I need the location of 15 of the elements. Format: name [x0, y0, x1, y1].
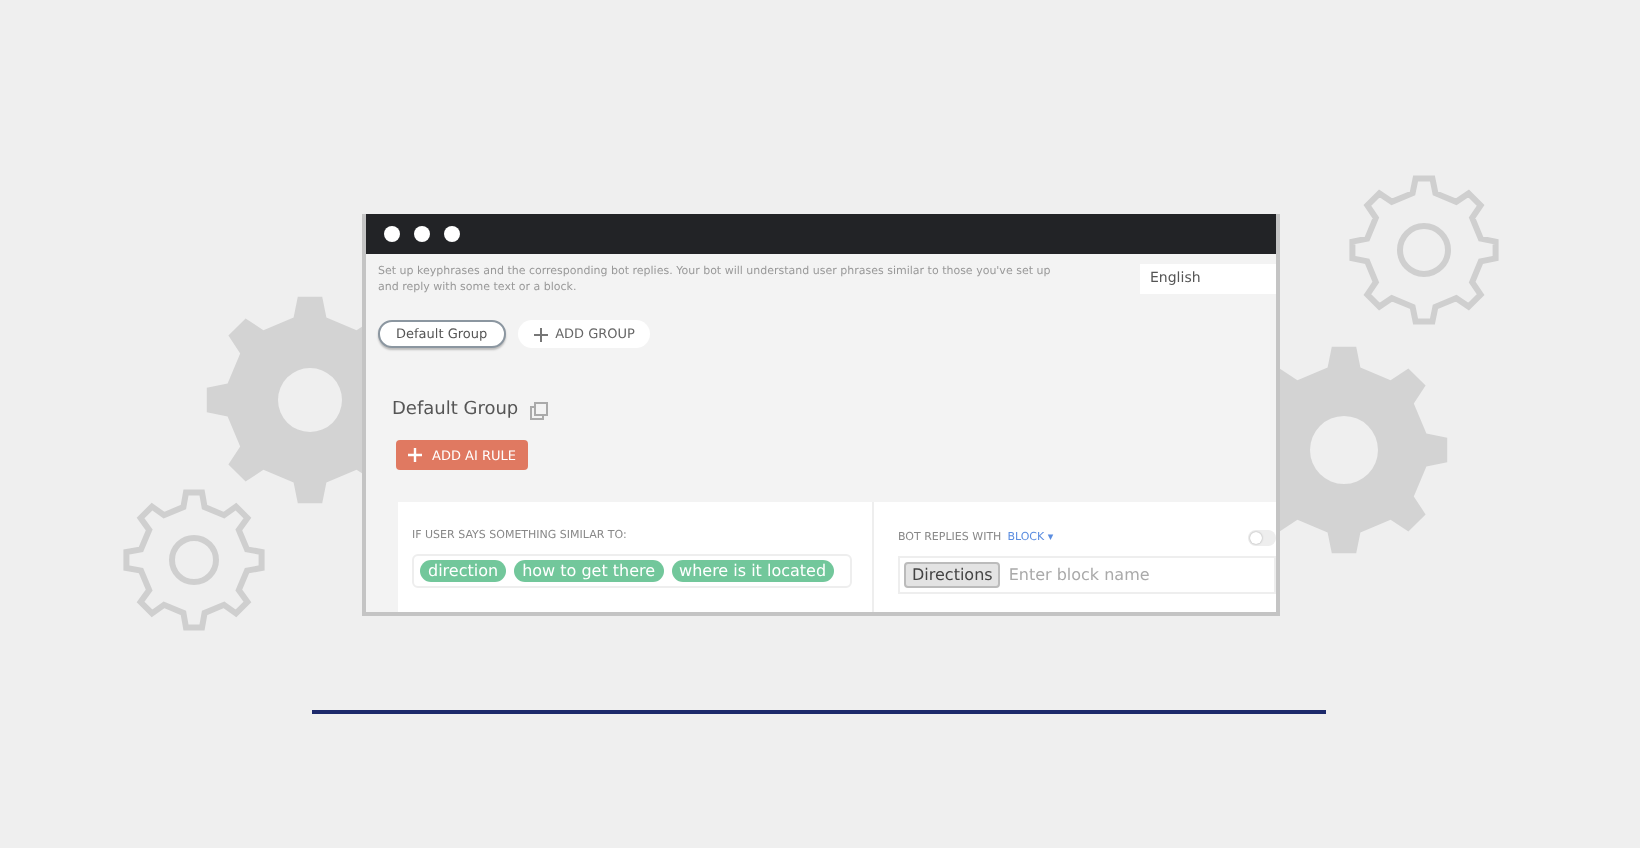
block-tag[interactable]: Directions — [904, 562, 1001, 588]
phrase-tag[interactable]: where is it located — [671, 560, 835, 582]
window-dot-icon[interactable] — [414, 226, 430, 242]
block-field[interactable]: Directions Enter block name — [898, 556, 1276, 594]
gear-icon — [1349, 175, 1499, 325]
phrases-field[interactable]: direction how to get there where is it located — [412, 554, 852, 588]
plus-icon — [408, 448, 422, 462]
plus-icon — [533, 327, 548, 341]
window-dot-icon[interactable] — [384, 226, 400, 242]
group-title: Default Group — [392, 400, 519, 420]
phrase-tag[interactable]: direction — [420, 560, 507, 582]
block-name-input[interactable]: Enter block name — [1008, 566, 1189, 584]
toggle-switch[interactable] — [1248, 530, 1276, 546]
phrase-tag[interactable]: how to get there — [514, 560, 664, 582]
window-dot-icon[interactable] — [444, 226, 460, 242]
